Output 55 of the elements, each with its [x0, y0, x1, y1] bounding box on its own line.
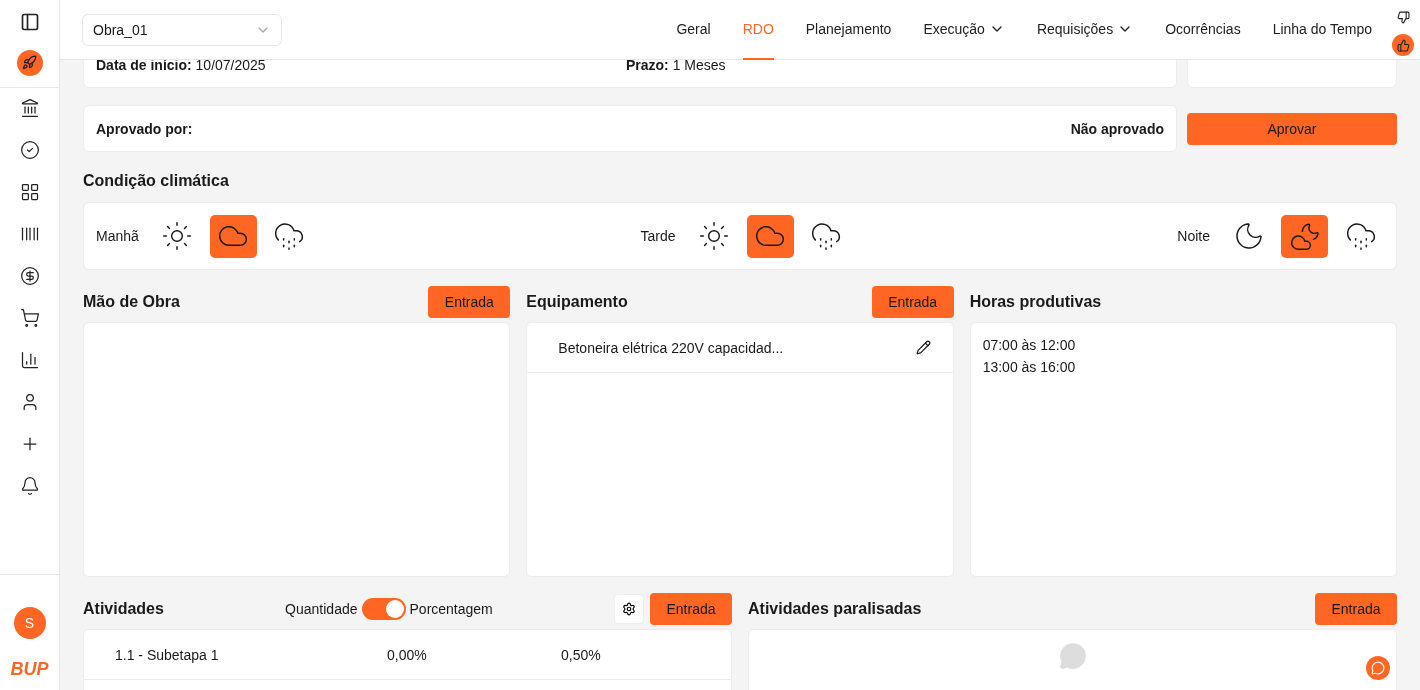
cart-icon[interactable] [19, 308, 40, 328]
term-text: Prazo: 1 Meses [626, 60, 726, 70]
start-date-text: Data de início: 10/07/2025 [96, 60, 267, 70]
thumbs-up-icon [1396, 38, 1410, 52]
section-title: Atividades [83, 600, 164, 618]
cloud-icon[interactable] [209, 214, 257, 258]
bank-icon[interactable] [19, 98, 40, 118]
hours-range: 07:00 às 12:00 [982, 337, 1077, 353]
chat-bubble-icon [1058, 642, 1087, 670]
section-title: Mão de Obra [83, 293, 180, 311]
entry-button[interactable]: Entrada [428, 286, 511, 318]
sidebar-toggle-button[interactable] [19, 11, 40, 32]
thumbs-up-button[interactable] [1392, 34, 1414, 56]
nav-tab[interactable]: Ocorrências [1165, 0, 1241, 60]
section-title: Condição climática [83, 172, 230, 190]
bar-chart-icon[interactable] [19, 350, 40, 370]
settings-icon [622, 602, 636, 616]
table-cell-text: 1.1 - Subetapa 1 [115, 646, 220, 663]
rocket-icon[interactable] [16, 49, 43, 76]
equipment-name: Betoneira elétrica 220V capacidad... [558, 339, 784, 356]
logo: BUP [10, 659, 49, 680]
nav-tab[interactable]: Requisições [1036, 0, 1134, 60]
settings-button[interactable] [614, 594, 644, 624]
table-cell-text: 0,50% [561, 646, 602, 663]
cloud-icon[interactable] [746, 214, 794, 258]
nav-tab[interactable]: Geral [676, 0, 711, 60]
period-label: Manhã [96, 228, 139, 244]
pencil-icon[interactable] [915, 340, 931, 355]
period-label: Noite [1177, 228, 1210, 244]
grid-icon[interactable] [19, 182, 40, 202]
approved-by-label: Aprovado por: [96, 120, 193, 137]
dollar-icon[interactable] [19, 266, 40, 286]
entry-button[interactable]: Entrada [1315, 593, 1397, 625]
nav-tab[interactable]: Linha do Tempo [1272, 0, 1372, 60]
approve-button[interactable]: Aprovar [1187, 112, 1397, 145]
approval-status: Não aprovado [1070, 120, 1164, 137]
nav-tab[interactable]: Execução [923, 0, 1005, 60]
table-cell-text: 0,00% [387, 646, 428, 663]
section-title: Atividades paralisadas [748, 600, 922, 618]
entry-button[interactable]: Entrada [650, 593, 732, 625]
section-title: Equipamento [526, 293, 628, 311]
thumbs-down-icon [1396, 10, 1410, 24]
section-title: Horas produtivas [969, 293, 1102, 311]
check-circle-icon[interactable] [19, 140, 40, 160]
entry-button[interactable]: Entrada [871, 286, 954, 318]
hours-range: 13:00 às 16:00 [982, 359, 1077, 375]
cloud-moon-icon[interactable] [1281, 214, 1328, 258]
toggle-label: Porcentagem [409, 601, 493, 617]
project-select[interactable]: Obra_01 [82, 13, 282, 46]
toggle-switch[interactable] [361, 598, 406, 620]
chat-icon [1371, 661, 1385, 675]
nav-tab[interactable]: Planejamento [805, 0, 892, 60]
period-label: Tarde [640, 228, 676, 244]
bell-icon[interactable] [19, 476, 40, 496]
toggle-label: Quantidade [285, 601, 358, 617]
